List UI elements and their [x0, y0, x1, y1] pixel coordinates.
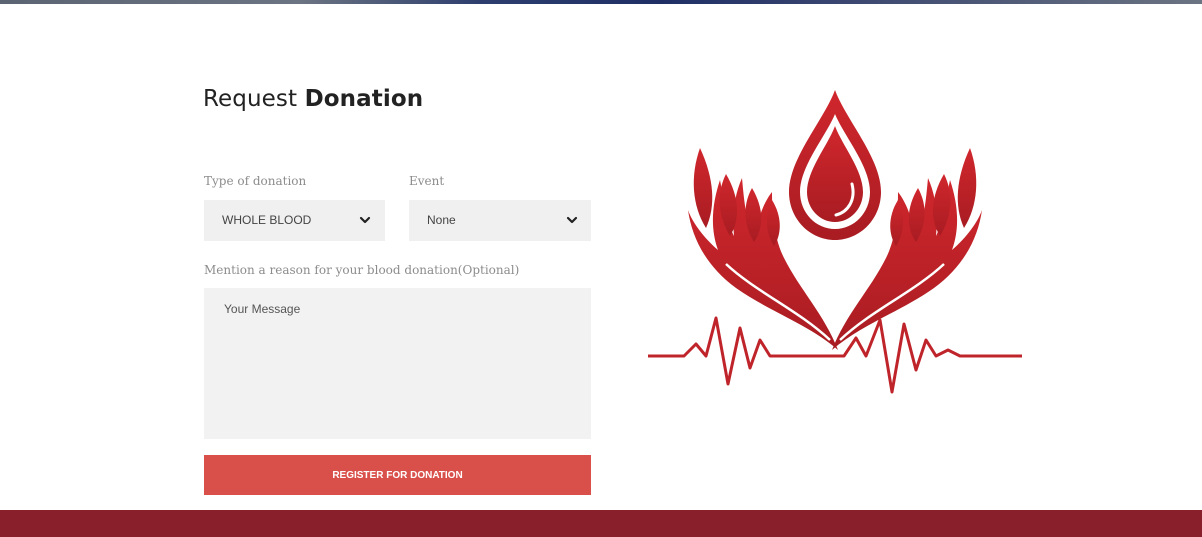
reason-label: Mention a reason for your blood donation… — [204, 263, 520, 277]
top-banner-strip — [0, 0, 1202, 4]
message-textarea[interactable]: Your Message — [204, 288, 591, 439]
event-label: Event — [409, 174, 445, 188]
donation-type-select[interactable]: WHOLE BLOOD — [204, 200, 385, 241]
register-button[interactable]: REGISTER FOR DONATION — [204, 455, 591, 495]
event-select[interactable]: None — [409, 200, 591, 241]
page-title-bold: Donation — [304, 86, 424, 112]
donation-type-value: WHOLE BLOOD — [222, 213, 312, 227]
page-title: Request Donation — [203, 86, 423, 112]
donation-type-label: Type of donation — [204, 174, 307, 188]
blood-drop-hands-heartbeat-icon — [648, 90, 1022, 394]
chevron-down-icon — [566, 216, 578, 224]
chevron-down-icon — [359, 216, 371, 224]
event-value: None — [427, 213, 456, 227]
footer-band — [0, 510, 1202, 537]
page-title-prefix: Request — [203, 86, 298, 112]
message-placeholder: Your Message — [224, 302, 301, 316]
